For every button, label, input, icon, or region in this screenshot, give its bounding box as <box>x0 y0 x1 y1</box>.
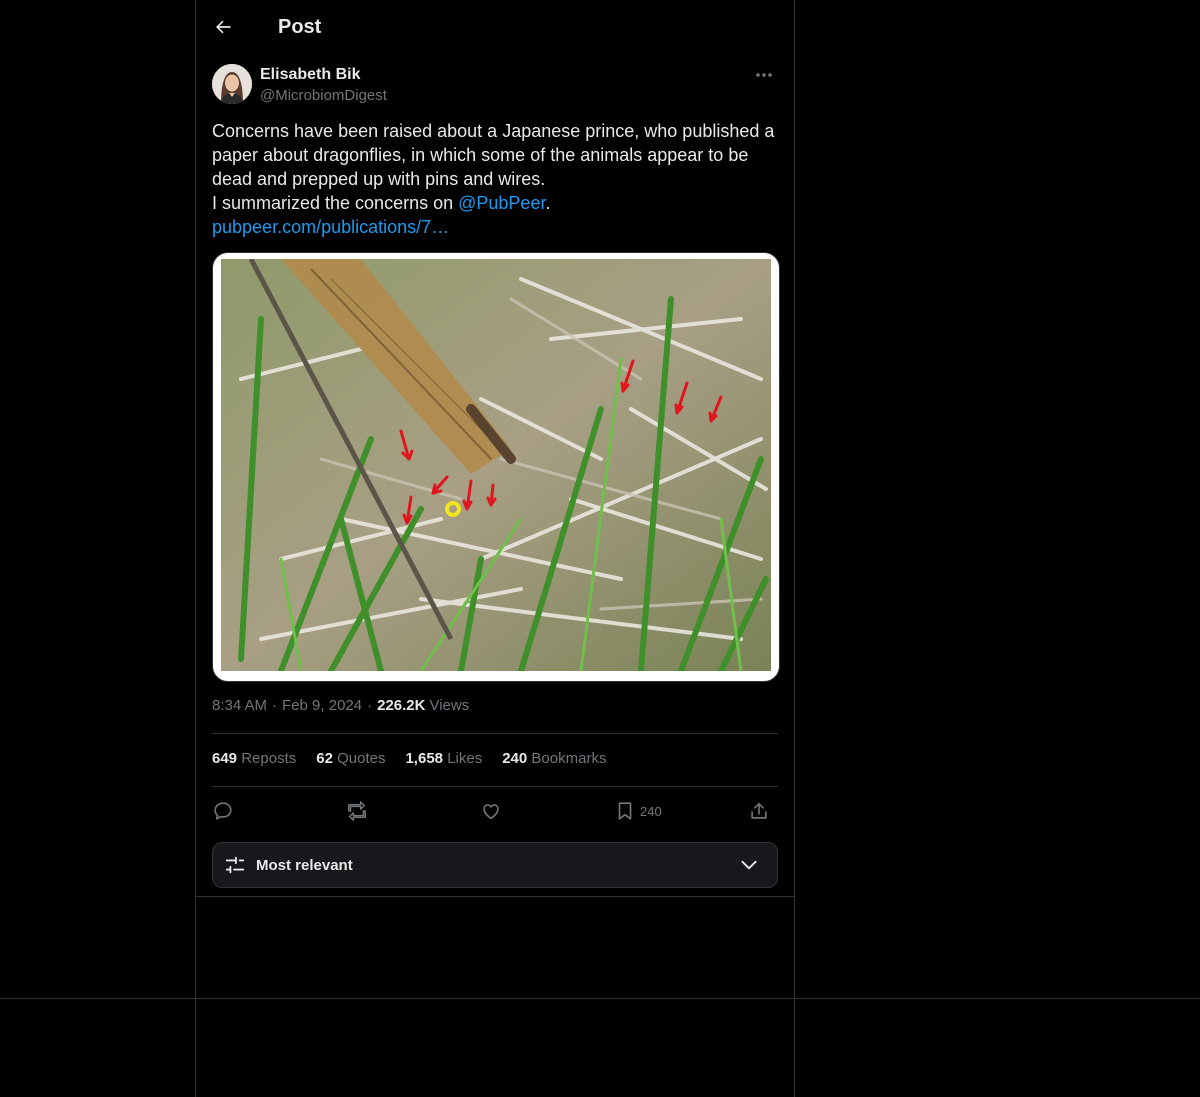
share-button[interactable] <box>748 794 770 828</box>
reposts-label: Reposts <box>241 750 297 767</box>
author-name[interactable]: Elisabeth Bik <box>260 66 360 84</box>
tweet-text: Concerns have been raised about a Japane… <box>212 119 778 239</box>
reposts-stat[interactable]: 649 Reposts <box>212 750 296 767</box>
post-meta: 8:34 AM · Feb 9, 2024 · 226.2K Views <box>212 697 469 714</box>
external-link[interactable]: pubpeer.com/publications/7… <box>212 215 778 239</box>
bookmarks-stat[interactable]: 240 Bookmarks <box>502 750 606 767</box>
bookmark-icon <box>618 802 632 820</box>
tweet-line: paper about dragonflies, in which some o… <box>212 145 749 165</box>
tweet-line: dead and prepped up with pins and wires. <box>212 169 546 189</box>
quotes-stat[interactable]: 62 Quotes <box>316 750 385 767</box>
views-count: 226.2K <box>377 697 426 714</box>
more-icon <box>756 73 772 77</box>
sliders-icon <box>225 856 245 874</box>
engagement-stats: 649 Reposts 62 Quotes 1,658 Likes 240 Bo… <box>212 750 606 767</box>
action-bar: 240 <box>212 794 778 828</box>
share-icon <box>751 802 767 819</box>
repost-icon <box>348 801 366 821</box>
reposts-count: 649 <box>212 750 238 767</box>
repost-button[interactable] <box>346 794 368 828</box>
bookmarks-label: Bookmarks <box>531 750 607 767</box>
sort-label: Most relevant <box>256 856 353 874</box>
meta-separator: · <box>367 697 373 714</box>
post-date[interactable]: Feb 9, 2024 <box>282 697 362 714</box>
page-divider <box>0 998 1200 999</box>
main-column: Post Elisabeth Bik @MicrobiomDigest Conc… <box>195 0 795 1097</box>
quotes-label: Quotes <box>337 750 386 767</box>
reply-sort-dropdown[interactable]: Most relevant <box>212 842 778 888</box>
reply-icon <box>214 802 232 820</box>
likes-count: 1,658 <box>405 750 444 767</box>
divider <box>212 786 778 787</box>
tweet-line-suffix: . <box>545 193 551 213</box>
back-button[interactable] <box>206 10 240 44</box>
tweet-line: Concerns have been raised about a Japane… <box>212 121 775 141</box>
more-button[interactable] <box>750 64 778 86</box>
like-button[interactable] <box>480 794 502 828</box>
author-handle[interactable]: @MicrobiomDigest <box>260 87 387 104</box>
likes-stat[interactable]: 1,658 Likes <box>405 750 482 767</box>
reply-button[interactable] <box>212 794 234 828</box>
likes-label: Likes <box>447 750 483 767</box>
views-label: Views <box>429 697 470 714</box>
divider <box>196 896 794 897</box>
mention-link[interactable]: @PubPeer <box>458 193 545 213</box>
author-row: Elisabeth Bik @MicrobiomDigest <box>212 64 778 108</box>
divider <box>212 733 778 734</box>
tweet-line: I summarized the concerns on @PubPeer. <box>212 191 778 215</box>
back-arrow-icon <box>216 20 231 34</box>
post-image[interactable] <box>212 252 780 682</box>
bookmarks-count: 240 <box>502 750 528 767</box>
chevron-down-icon <box>741 860 757 870</box>
quotes-count: 62 <box>316 750 333 767</box>
page-title: Post <box>278 15 322 38</box>
post-time[interactable]: 8:34 AM <box>212 697 267 714</box>
bookmark-count: 240 <box>640 803 662 819</box>
like-icon <box>483 804 499 820</box>
bookmark-button[interactable]: 240 <box>614 794 662 828</box>
dragonfly-photo <box>221 259 771 671</box>
avatar[interactable] <box>212 64 252 104</box>
post-header: Post <box>196 0 794 54</box>
tweet-line-prefix: I summarized the concerns on <box>212 193 459 213</box>
meta-separator: · <box>272 697 278 714</box>
